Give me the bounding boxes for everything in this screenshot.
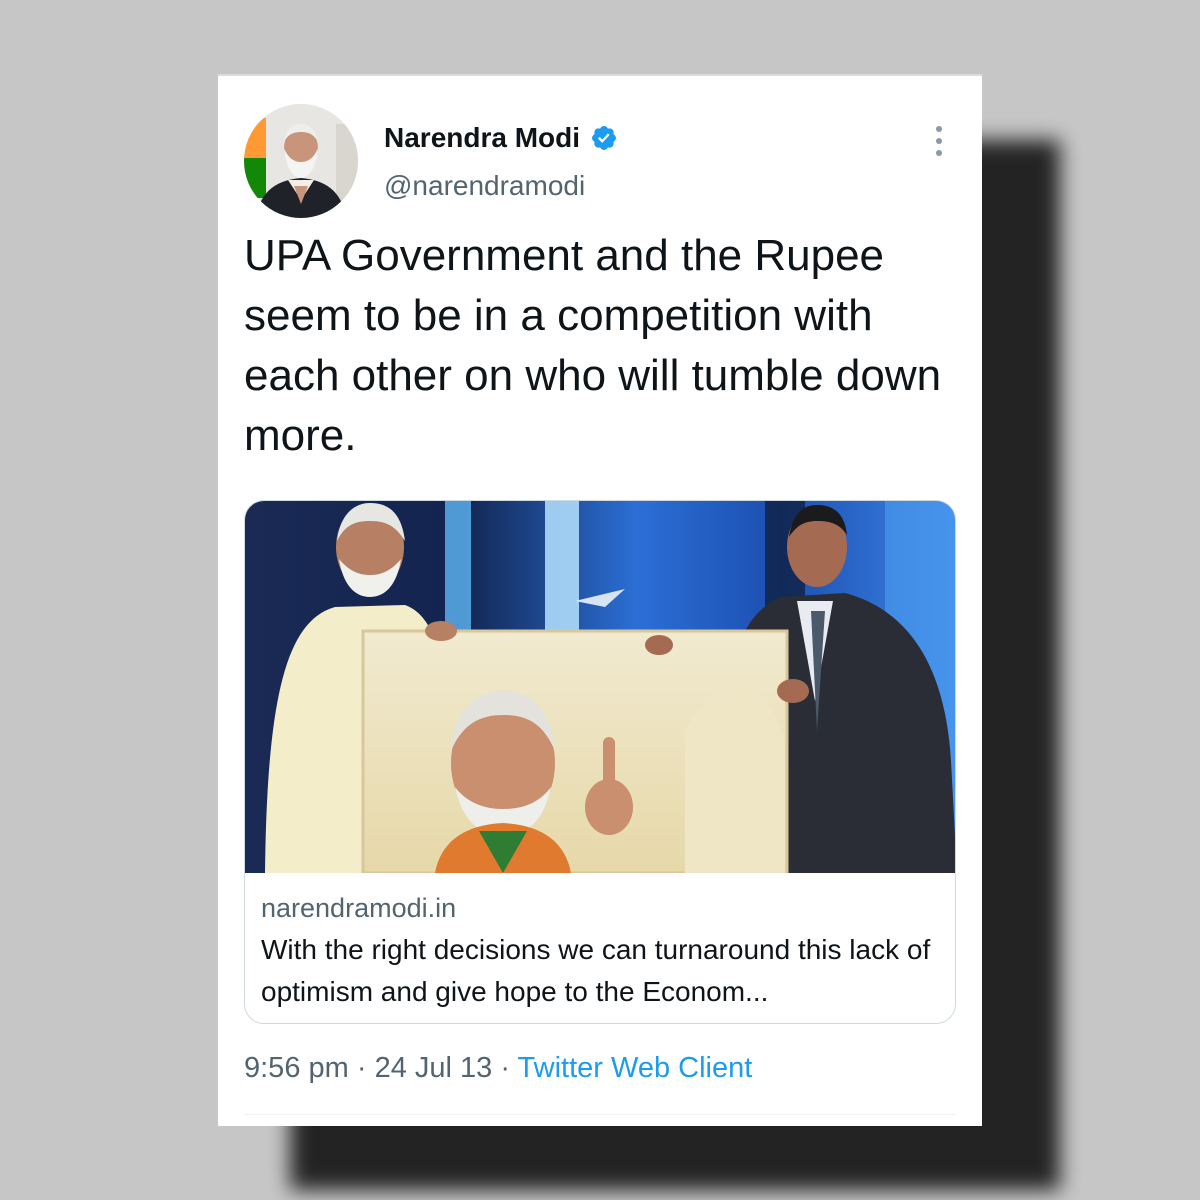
more-options-icon[interactable]	[926, 126, 952, 156]
author-handle[interactable]: @narendramodi	[384, 170, 585, 202]
meta-separator: ·	[348, 1052, 375, 1084]
screenshot-stage: Narendra Modi @narendramodi UPA Governme…	[0, 0, 1200, 1200]
tweet-meta: 9:56 pm · 24 Jul 13 · Twitter Web Client	[244, 1052, 752, 1085]
link-preview-card[interactable]: narendramodi.in With the right decisions…	[244, 500, 956, 1024]
link-preview-description: With the right decisions we can turnarou…	[261, 934, 931, 1007]
link-preview-domain: narendramodi.in	[261, 893, 457, 923]
tweet-text: UPA Government and the Rupee seem to be …	[244, 231, 942, 460]
more-dot	[936, 126, 942, 132]
author-display-name[interactable]: Narendra Modi	[384, 122, 580, 154]
author-avatar[interactable]	[244, 104, 358, 218]
tweet-date[interactable]: 24 Jul 13	[375, 1052, 493, 1084]
more-dot	[936, 138, 942, 144]
verified-badge-icon	[592, 126, 616, 150]
author-name-row[interactable]: Narendra Modi	[384, 122, 618, 154]
link-preview-image	[245, 501, 955, 873]
divider	[244, 1114, 956, 1115]
more-dot	[936, 150, 942, 156]
meta-separator: ·	[492, 1052, 518, 1084]
tweet-card: Narendra Modi @narendramodi UPA Governme…	[218, 74, 982, 1126]
tweet-time[interactable]: 9:56 pm	[244, 1052, 349, 1084]
tweet-source-link[interactable]: Twitter Web Client	[518, 1052, 753, 1084]
